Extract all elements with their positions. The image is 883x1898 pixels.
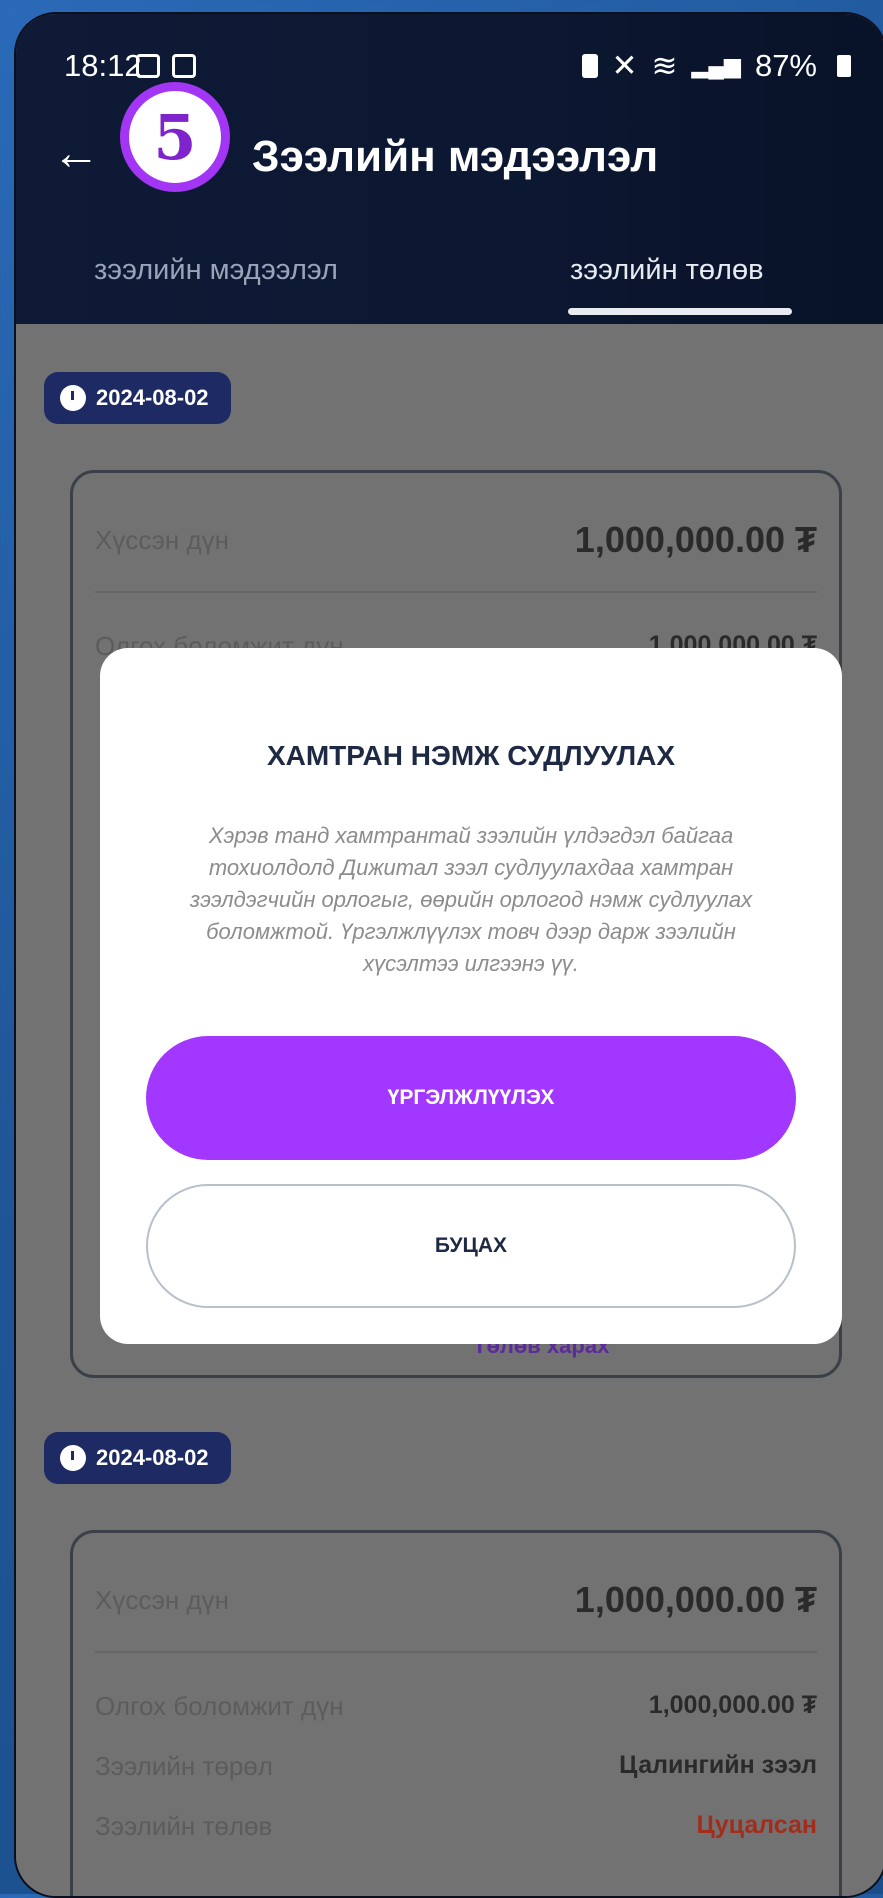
date-chip: 2024-08-02 xyxy=(44,1432,231,1484)
dialog-message: Хэрэв танд хамтрантай зээлийн үлдэгдэл б… xyxy=(189,823,753,976)
loan-card[interactable]: Хүссэн дүн 1,000,000.00 ₮ Олгох боломжит… xyxy=(70,1530,842,1896)
tab-loan-status[interactable]: зээлийн төлөв xyxy=(570,254,764,287)
battery-saver-icon xyxy=(581,54,598,78)
app-header: 18:12 ✕ ≋ ▂▄▆ 87% ← 5 Зээлийн мэдээлэл з… xyxy=(16,14,883,324)
date-chip: 2024-08-02 xyxy=(44,372,231,424)
status-time: 18:12 xyxy=(64,48,142,83)
row-label: Хүссэн дүн xyxy=(95,1585,230,1615)
date-label: 2024-08-02 xyxy=(96,1445,209,1470)
row-loan-type: Зээлийн төрөл Цалингийн зээл xyxy=(95,1751,817,1791)
row-label: Зээлийн төрөл xyxy=(95,1751,273,1781)
row-value: 1,000,000.00 ₮ xyxy=(574,519,817,560)
row-requested-amount: Хүссэн дүн 1,000,000.00 ₮ xyxy=(95,519,817,569)
tab-loan-info[interactable]: зээлийн мэдээлэл xyxy=(94,254,338,287)
row-label: Хүссэн дүн xyxy=(95,525,230,555)
status-bar: 18:12 ✕ ≋ ▂▄▆ 87% xyxy=(16,44,883,94)
status-badge: Цуцалсан xyxy=(696,1811,817,1839)
battery-percent: 87% xyxy=(754,48,817,83)
date-label: 2024-08-02 xyxy=(96,385,209,410)
row-available-amount: Олгох боломжит дүн 1,000,000.00 ₮ xyxy=(95,1691,817,1731)
gallery-icon xyxy=(136,54,160,78)
wifi-icon: ≋ xyxy=(651,48,678,83)
divider xyxy=(95,591,817,593)
co-borrower-dialog: ХАМТРАН НЭМЖ СУДЛУУЛАХ Хэрэв танд хамтра… xyxy=(100,648,842,1344)
row-label: Зээлийн төлөв xyxy=(95,1811,273,1841)
step-badge: 5 xyxy=(120,82,230,192)
page-title: Зээлийн мэдээлэл xyxy=(252,132,659,181)
status-right: ✕ ≋ ▂▄▆ 87% xyxy=(581,48,851,84)
window-icon xyxy=(172,54,196,78)
mute-icon: ✕ xyxy=(611,48,638,83)
dialog-title: ХАМТРАН НЭМЖ СУДЛУУЛАХ xyxy=(266,740,676,771)
row-label: Олгох боломжит дүн xyxy=(95,1691,344,1721)
back-arrow-icon[interactable]: ← xyxy=(52,124,112,184)
signal-icon: ▂▄▆ xyxy=(691,53,741,78)
clock-icon xyxy=(60,385,86,411)
row-value: 1,000,000.00 ₮ xyxy=(648,1691,817,1719)
active-tab-indicator xyxy=(568,308,792,315)
battery-icon xyxy=(837,55,851,77)
continue-button[interactable]: ҮРГЭЛЖЛҮҮЛЭХ xyxy=(146,1036,796,1160)
back-button[interactable]: БУЦАХ xyxy=(146,1184,796,1308)
row-value: 1,000,000.00 ₮ xyxy=(574,1579,817,1620)
row-loan-status: Зээлийн төлөв Цуцалсан xyxy=(95,1811,817,1851)
divider xyxy=(95,1651,817,1653)
phone-screen: 18:12 ✕ ≋ ▂▄▆ 87% ← 5 Зээлийн мэдээлэл з… xyxy=(14,12,883,1898)
clock-icon xyxy=(60,1445,86,1471)
row-value: Цалингийн зээл xyxy=(619,1751,817,1779)
row-requested-amount: Хүссэн дүн 1,000,000.00 ₮ xyxy=(95,1579,817,1629)
